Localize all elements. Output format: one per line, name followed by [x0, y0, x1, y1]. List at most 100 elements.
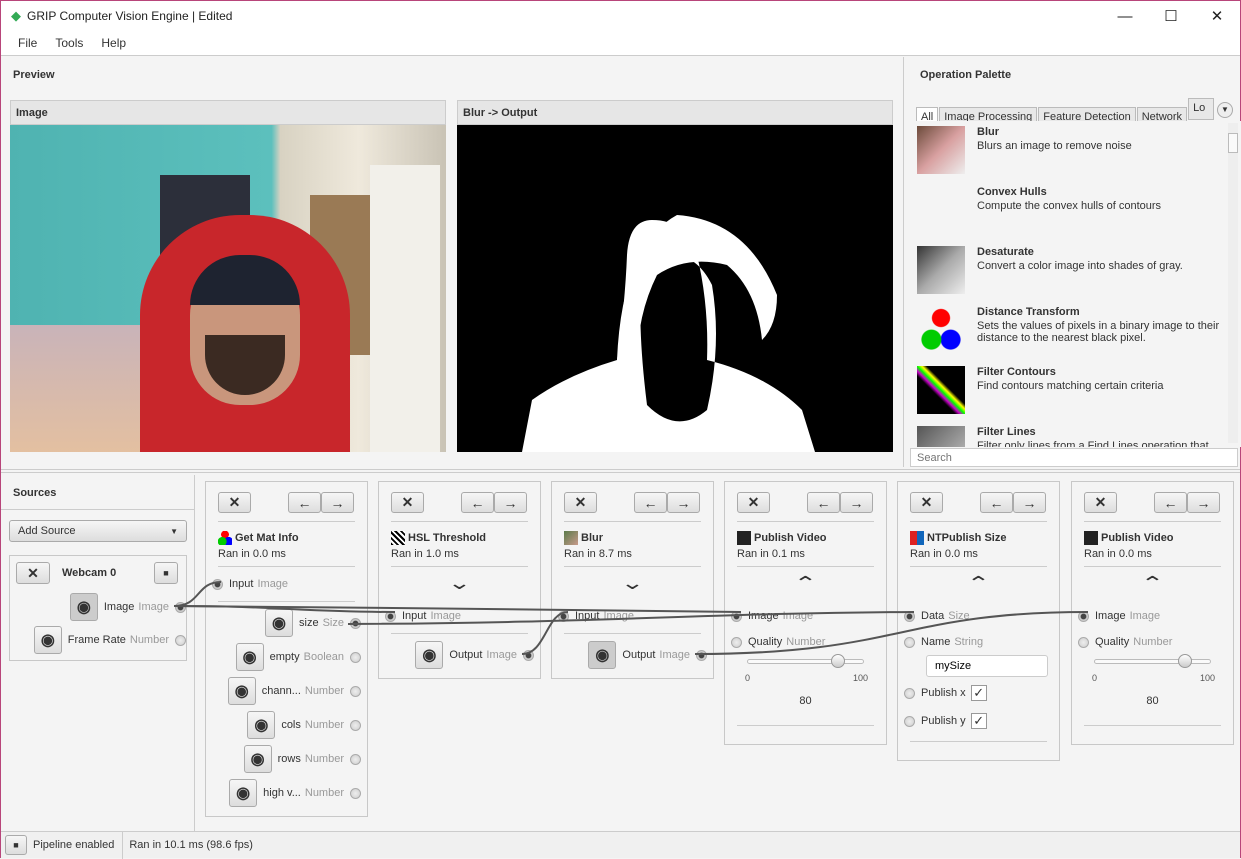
output-socket[interactable]: [523, 649, 534, 661]
socket-type: Image: [486, 649, 517, 661]
palette-item[interactable]: Blur Blurs an image to remove noise: [911, 121, 1241, 181]
input-socket[interactable]: [904, 636, 915, 648]
quality-slider[interactable]: 0 100: [1092, 654, 1215, 695]
socket-name: Publish x: [921, 687, 966, 699]
maximize-button[interactable]: ☐: [1148, 1, 1194, 31]
collapse-chevron-up-icon[interactable]: ⌃: [1043, 567, 1241, 603]
preview-eye-icon[interactable]: ◉: [69, 593, 98, 621]
move-left-button[interactable]: ←: [634, 492, 667, 513]
operation-thumbnail-icon: [917, 306, 965, 354]
output-socket[interactable]: [175, 601, 186, 613]
socket-name: chann...: [261, 685, 301, 697]
quality-slider[interactable]: 0 100: [745, 654, 868, 695]
blur-output-image: [457, 125, 893, 452]
pipeline-toggle-button[interactable]: ■: [5, 835, 27, 855]
pipeline-status: Pipeline enabled: [33, 839, 115, 851]
input-socket[interactable]: [904, 715, 915, 727]
move-left-button[interactable]: ←: [461, 492, 494, 513]
close-button[interactable]: ✕: [1194, 1, 1240, 31]
menu-help[interactable]: Help: [101, 36, 126, 50]
silhouette-mask: [522, 215, 815, 452]
remove-step-button[interactable]: ✕: [910, 492, 943, 513]
socket-type: Number: [304, 753, 344, 765]
move-right-button[interactable]: →: [667, 492, 700, 513]
tab-logical[interactable]: Lo: [1188, 98, 1215, 120]
input-socket[interactable]: [904, 687, 915, 699]
move-right-button[interactable]: →: [840, 492, 873, 513]
input-socket[interactable]: [731, 610, 742, 622]
step-name: Blur: [581, 532, 603, 544]
output-socket[interactable]: [175, 634, 186, 646]
input-socket[interactable]: [385, 610, 396, 622]
output-socket[interactable]: [696, 649, 707, 661]
preview-eye-icon[interactable]: ◉: [415, 641, 444, 669]
remove-source-button[interactable]: ✕: [16, 562, 50, 584]
output-socket[interactable]: [350, 651, 361, 663]
preview-eye-icon[interactable]: ◉: [588, 641, 617, 669]
remove-step-button[interactable]: ✕: [218, 492, 251, 513]
preview-eye-icon[interactable]: ◉: [33, 626, 62, 654]
move-right-button[interactable]: →: [1187, 492, 1220, 513]
socket-name: high v...: [263, 787, 301, 799]
socket-name: Data: [921, 610, 945, 622]
preview-eye-icon[interactable]: ◉: [229, 779, 258, 807]
remove-step-button[interactable]: ✕: [737, 492, 770, 513]
operation-thumbnail-icon: [917, 246, 965, 294]
palette-item[interactable]: Filter Contours Find contours matching ce…: [911, 361, 1241, 421]
status-bar: ■ Pipeline enabled Ran in 10.1 ms (98.6 …: [1, 831, 1240, 859]
palette-item[interactable]: Desaturate Convert a color image into sha…: [911, 241, 1241, 301]
move-left-button[interactable]: ←: [288, 492, 321, 513]
checkbox[interactable]: ✓: [970, 713, 987, 729]
output-socket-row: ◉ high v... Number: [218, 776, 361, 810]
preview-image: Image: [10, 100, 446, 452]
output-socket[interactable]: [350, 685, 361, 697]
preview-eye-icon[interactable]: ◉: [227, 677, 256, 705]
menu-file[interactable]: File: [18, 36, 37, 50]
palette-scrollbar[interactable]: [1228, 123, 1238, 443]
palette-item[interactable]: Distance Transform Sets the values of pix…: [911, 301, 1241, 361]
preview-eye-icon[interactable]: ◉: [243, 745, 272, 773]
move-right-button[interactable]: →: [321, 492, 354, 513]
checkbox[interactable]: ✓: [970, 685, 987, 701]
preview-eye-icon[interactable]: ◉: [265, 609, 294, 637]
palette-item[interactable]: Filter Lines Filter only lines from a Fin…: [911, 421, 1241, 447]
input-socket-row: Quality Number: [1078, 629, 1221, 655]
tabs-overflow-dropdown-icon[interactable]: ▼: [1217, 102, 1233, 118]
input-socket[interactable]: [558, 610, 569, 622]
input-socket-row: Publish x ✓: [904, 679, 1047, 707]
remove-step-button[interactable]: ✕: [391, 492, 424, 513]
add-source-dropdown[interactable]: Add Source ▼: [9, 520, 187, 542]
menu-tools[interactable]: Tools: [55, 36, 83, 50]
input-socket[interactable]: [904, 610, 915, 622]
input-socket[interactable]: [212, 578, 223, 590]
palette-item[interactable]: Convex Hulls Compute the convex hulls of …: [911, 181, 1241, 241]
move-right-button[interactable]: →: [1013, 492, 1046, 513]
input-socket[interactable]: [1078, 636, 1089, 648]
move-left-button[interactable]: ←: [1154, 492, 1187, 513]
slider-thumb[interactable]: [830, 654, 845, 668]
remove-step-button[interactable]: ✕: [1084, 492, 1117, 513]
output-socket-row: ◉ rows Number: [218, 742, 361, 776]
input-socket[interactable]: [731, 636, 742, 648]
preview-eye-icon[interactable]: ◉: [235, 643, 264, 671]
preview-eye-icon[interactable]: ◉: [247, 711, 276, 739]
move-left-button[interactable]: ←: [807, 492, 840, 513]
move-left-button[interactable]: ←: [980, 492, 1013, 513]
name-text-field[interactable]: [926, 655, 1048, 677]
socket-type: Image: [782, 610, 814, 622]
opencv-logo-icon: [218, 531, 232, 545]
slider-thumb[interactable]: [1177, 654, 1192, 668]
remove-step-button[interactable]: ✕: [564, 492, 597, 513]
operation-description: Find contours matching certain criteria: [977, 380, 1164, 392]
minimize-button[interactable]: —: [1102, 1, 1148, 31]
input-socket[interactable]: [1078, 610, 1089, 622]
socket-name: Image: [1095, 610, 1126, 622]
split-divider[interactable]: [1, 469, 1240, 473]
stop-source-button[interactable]: ■: [154, 562, 178, 584]
output-socket[interactable]: [350, 617, 361, 629]
output-socket[interactable]: [350, 753, 361, 765]
move-right-button[interactable]: →: [494, 492, 527, 513]
output-socket[interactable]: [350, 719, 361, 731]
output-socket[interactable]: [350, 787, 361, 799]
palette-search-input[interactable]: [910, 448, 1238, 467]
